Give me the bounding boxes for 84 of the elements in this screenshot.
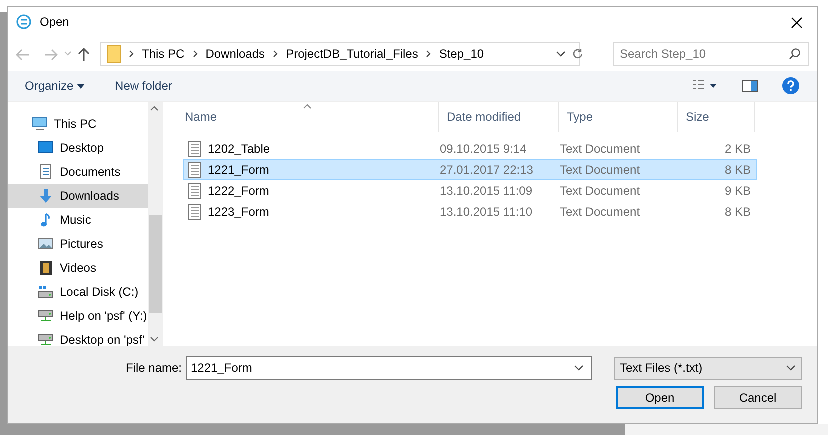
app-icon bbox=[16, 14, 32, 30]
file-type: Text Document bbox=[560, 204, 642, 220]
close-icon bbox=[791, 17, 803, 30]
column-header[interactable]: Type bbox=[559, 102, 678, 132]
file-size: 2 KB bbox=[724, 140, 751, 158]
file-row[interactable]: 1223_Form 13.10.2015 11:10 Text Document 8 KB bbox=[183, 201, 757, 222]
chevron-up-icon[interactable] bbox=[150, 106, 159, 111]
caret-icon bbox=[77, 84, 86, 90]
refresh-icon[interactable] bbox=[572, 48, 584, 60]
preview-pane-icon[interactable] bbox=[742, 80, 758, 92]
file-type: Text Document bbox=[560, 182, 642, 200]
new-folder-button[interactable]: New folder bbox=[115, 77, 172, 95]
sidebar-item[interactable]: Pictures bbox=[8, 232, 148, 256]
help-icon[interactable] bbox=[782, 77, 800, 95]
document-icon bbox=[38, 164, 54, 180]
file-row[interactable]: 1221_Form 27.01.2017 22:13 Text Document 8 KB bbox=[183, 159, 757, 180]
chevron-down-icon[interactable] bbox=[150, 337, 159, 342]
file-name-label: File name: bbox=[126, 360, 182, 377]
breadcrumb-item[interactable]: Step_10 bbox=[439, 45, 484, 63]
file-size: 9 KB bbox=[724, 182, 751, 200]
search-icon bbox=[789, 48, 801, 60]
chevron-down-icon[interactable] bbox=[574, 365, 584, 371]
text-file-icon bbox=[188, 182, 202, 198]
file-row[interactable]: 1202_Table 09.10.2015 9:14 Text Document 2 KB bbox=[183, 138, 757, 159]
folder-icon bbox=[107, 45, 121, 63]
network-drive-icon bbox=[38, 332, 54, 348]
breadcrumb-item[interactable]: This PC bbox=[142, 45, 185, 63]
file-type: Text Document bbox=[560, 162, 642, 178]
chevron-right-icon bbox=[129, 50, 134, 58]
file-row[interactable]: 1222_Form 13.10.2015 11:09 Text Document 9 KB bbox=[183, 180, 757, 201]
text-file-icon bbox=[188, 162, 202, 178]
chevron-right-icon bbox=[192, 50, 198, 58]
date-modified: 13.10.2015 11:09 bbox=[440, 182, 534, 200]
chevron-right-icon bbox=[426, 50, 432, 58]
up-arrow-icon bbox=[78, 48, 90, 62]
address-bar[interactable]: This PC Downloads ProjectDB_Tutorial_Files Step_10 bbox=[100, 42, 580, 66]
search-field[interactable]: Search Step_10 bbox=[613, 42, 809, 66]
breadcrumb-item[interactable]: Downloads bbox=[206, 45, 266, 63]
text-file-icon bbox=[188, 204, 202, 220]
sidebar-item[interactable]: Downloads bbox=[8, 184, 148, 208]
chevron-right-icon bbox=[273, 50, 278, 58]
organize-menu[interactable]: Organize bbox=[25, 77, 86, 95]
sidebar-item[interactable]: Desktop bbox=[8, 136, 148, 160]
column-header[interactable]: Size bbox=[678, 102, 755, 132]
computer-icon bbox=[32, 116, 48, 132]
network-drive-icon bbox=[38, 308, 54, 324]
scrollbar[interactable] bbox=[148, 102, 163, 346]
file-size: 8 KB bbox=[724, 204, 751, 220]
dialog-button[interactable]: Cancel bbox=[714, 386, 802, 409]
file-name: 1223_Form bbox=[208, 204, 270, 220]
back-arrow-icon bbox=[16, 48, 30, 61]
view-options-icon[interactable] bbox=[692, 80, 718, 92]
chevron-down-icon[interactable] bbox=[556, 50, 566, 58]
column-header[interactable]: Date modified bbox=[439, 102, 559, 132]
picture-icon bbox=[38, 236, 54, 252]
sidebar-item[interactable]: Desktop on 'psf' bbox=[8, 328, 148, 352]
file-type: Text Document bbox=[560, 140, 642, 158]
date-modified: 27.01.2017 22:13 bbox=[440, 162, 534, 178]
file-name: 1221_Form bbox=[208, 162, 270, 178]
sidebar-item[interactable]: Videos bbox=[8, 256, 148, 280]
date-modified: 13.10.2015 11:10 bbox=[440, 204, 534, 220]
dialog-button[interactable]: Open bbox=[616, 386, 704, 409]
breadcrumb-item[interactable]: ProjectDB_Tutorial_Files bbox=[286, 45, 418, 63]
window-title: Open bbox=[40, 14, 70, 31]
date-modified: 09.10.2015 9:14 bbox=[440, 140, 528, 158]
up-button[interactable] bbox=[78, 46, 90, 62]
sidebar-item[interactable]: This PC bbox=[8, 112, 148, 136]
file-name: 1222_Form bbox=[208, 182, 270, 200]
column-header[interactable]: Name bbox=[177, 102, 439, 132]
drive-icon bbox=[38, 284, 54, 300]
file-name: 1202_Table bbox=[208, 140, 272, 158]
file-type-dropdown[interactable]: Text Files (*.txt) bbox=[614, 356, 802, 380]
film-icon bbox=[38, 260, 54, 276]
sidebar-item[interactable]: Music bbox=[8, 208, 148, 232]
desktop-icon bbox=[38, 140, 54, 156]
file-name-field[interactable]: 1221_Form bbox=[186, 356, 592, 380]
sidebar-item[interactable]: Documents bbox=[8, 160, 148, 184]
chevron-down-icon bbox=[786, 365, 796, 371]
file-size: 8 KB bbox=[724, 162, 751, 178]
text-file-icon bbox=[188, 140, 202, 156]
down-arrow-icon bbox=[38, 188, 54, 204]
sidebar-item[interactable]: Local Disk (C:) bbox=[8, 280, 148, 304]
sidebar-item[interactable]: Help on 'psf' (Y:) bbox=[8, 304, 148, 328]
forward-arrow-icon bbox=[44, 48, 58, 61]
